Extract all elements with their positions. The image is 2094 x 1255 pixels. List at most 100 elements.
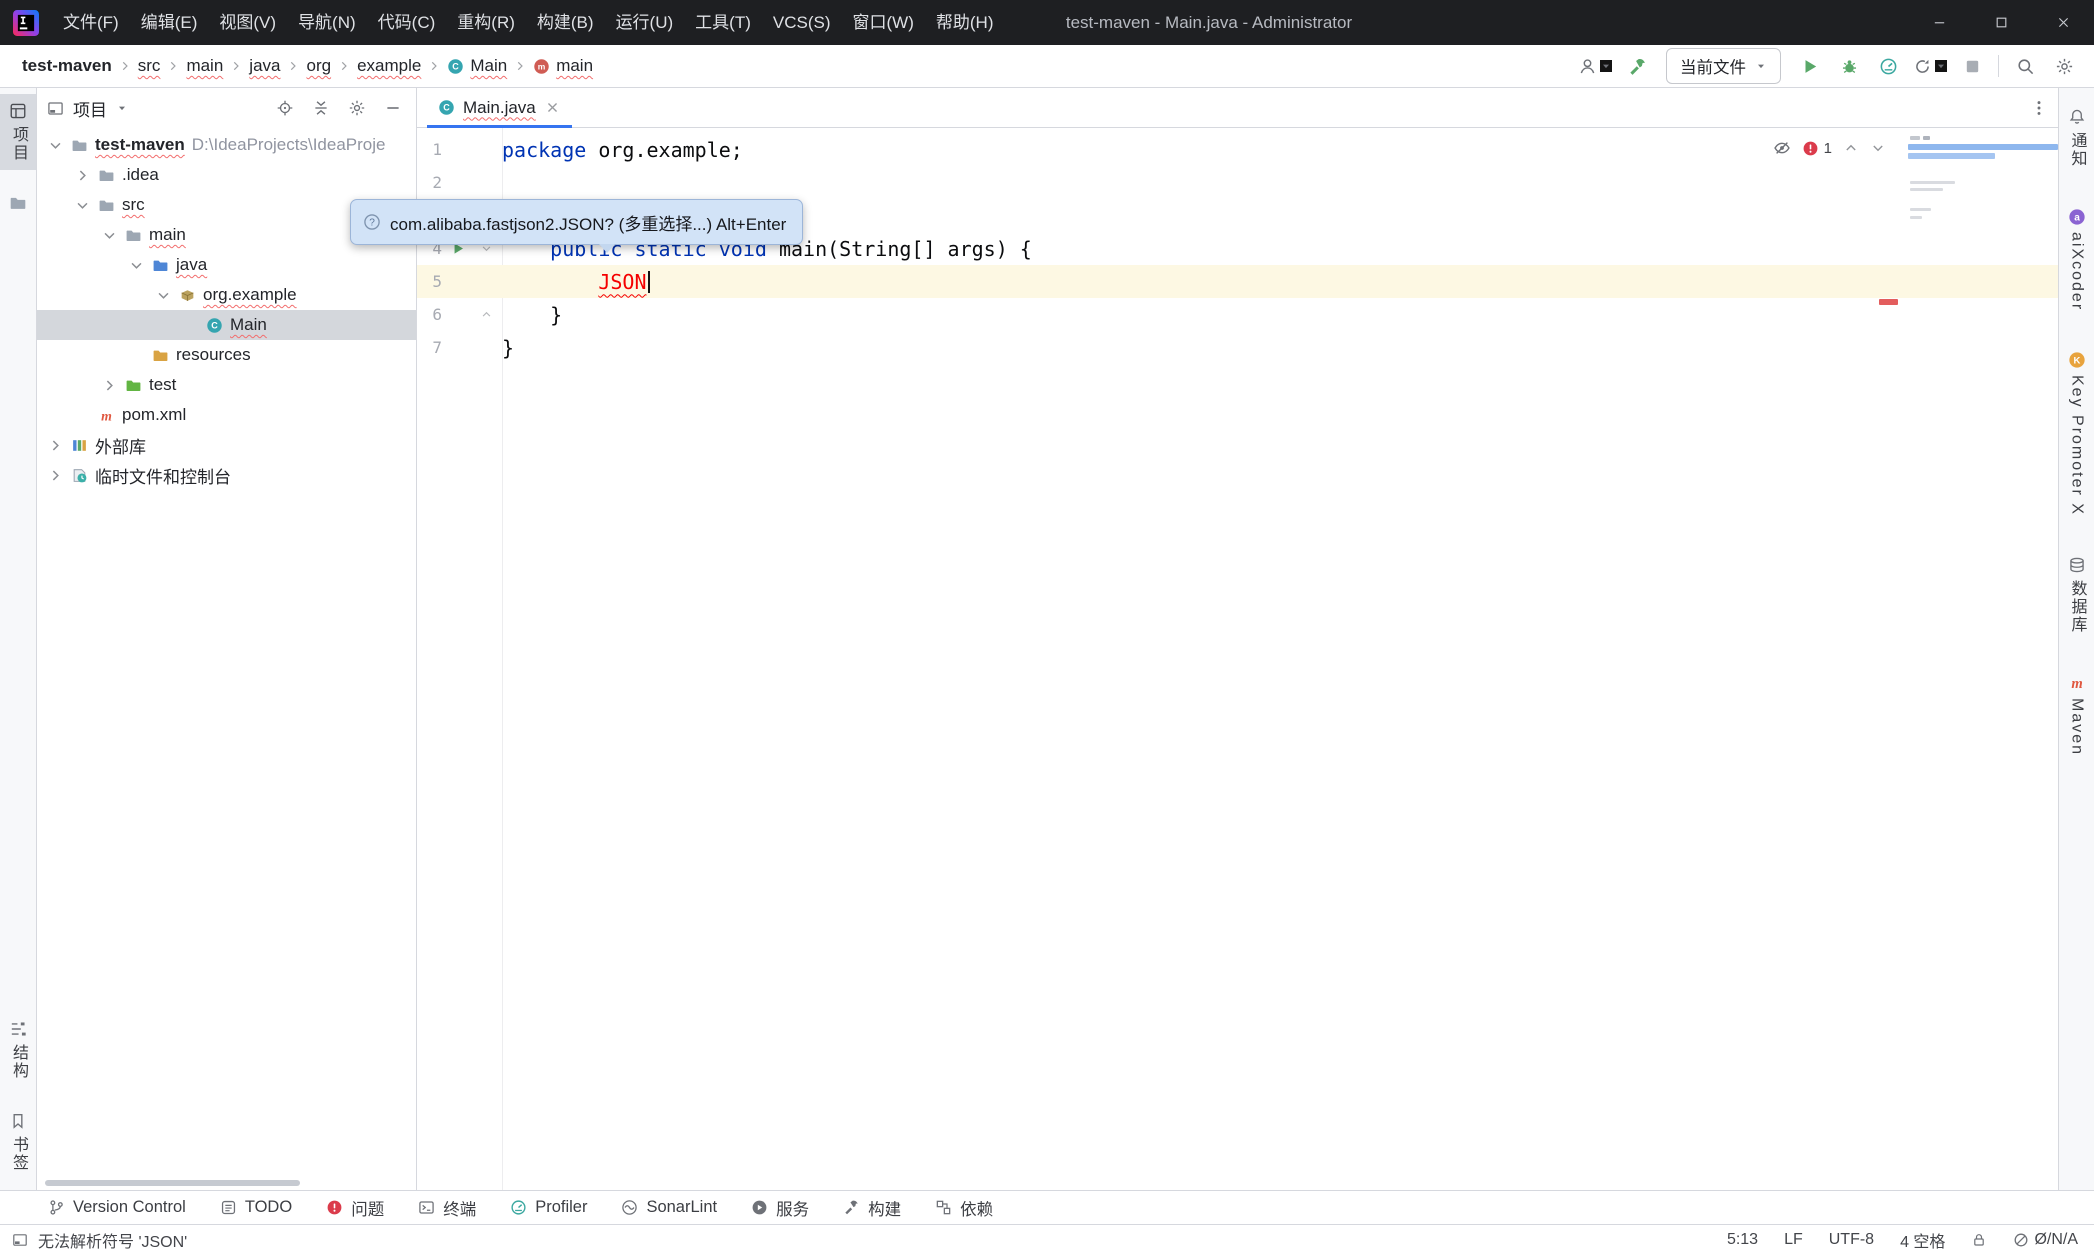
breadcrumb-item[interactable]: example (353, 54, 425, 78)
chevron-down-icon[interactable] (155, 287, 172, 304)
stripe-button[interactable]: 书签 (0, 1104, 36, 1180)
chevron-right-icon[interactable] (47, 437, 64, 454)
build-project-button[interactable] (1621, 50, 1653, 82)
lock-icon[interactable] (1971, 1232, 1987, 1248)
breadcrumb-item[interactable]: src (134, 54, 165, 78)
chevron-right-icon[interactable] (47, 467, 64, 484)
run-with-coverage-button[interactable] (1911, 50, 1949, 82)
panel-options-button[interactable] (343, 95, 370, 122)
tree-item[interactable]: CMain (37, 310, 416, 340)
user-button[interactable] (1576, 50, 1614, 82)
previous-error-icon[interactable] (1843, 140, 1859, 156)
tree-item[interactable]: .idea (37, 160, 416, 190)
select-opened-file-button[interactable] (271, 95, 298, 122)
profiler-button[interactable] (1872, 50, 1904, 82)
tree-item[interactable]: java (37, 250, 416, 280)
inspections-widget[interactable]: 1 (1773, 139, 1886, 157)
caret-position[interactable]: 5:13 (1727, 1231, 1758, 1249)
horizontal-scrollbar[interactable] (45, 1180, 300, 1186)
tool-window-button[interactable]: Version Control (48, 1198, 186, 1217)
chevron-right-icon[interactable] (74, 167, 91, 184)
stripe-button[interactable]: aaiXcoder (2059, 200, 2094, 319)
chevron-down-icon[interactable] (101, 227, 118, 244)
tool-window-button[interactable]: 依赖 (935, 1196, 993, 1220)
tool-window-button[interactable]: 问题 (326, 1196, 384, 1220)
chevron-right-icon[interactable] (101, 377, 118, 394)
editor-tab-main-java[interactable]: C Main.java (427, 88, 572, 127)
menu-item[interactable]: 构建(B) (526, 0, 605, 45)
file-encoding[interactable]: UTF-8 (1829, 1231, 1874, 1249)
chevron-up-icon[interactable] (480, 308, 493, 321)
chevron-down-icon[interactable] (116, 102, 128, 114)
import-suggestion-tooltip[interactable]: ? com.alibaba.fastjson2.JSON? (多重选择...) … (350, 199, 803, 245)
code-editor[interactable]: 1package org.example;234 public static v… (417, 128, 2058, 1190)
maximize-button[interactable] (1970, 0, 2032, 45)
menu-item[interactable]: 编辑(E) (130, 0, 209, 45)
menu-item[interactable]: 工具(T) (684, 0, 762, 45)
stripe-button[interactable]: 通知 (2059, 100, 2094, 176)
breadcrumb-item[interactable]: CMain (443, 54, 511, 78)
stripe-button[interactable] (0, 186, 36, 220)
menu-item[interactable]: 视图(V) (208, 0, 287, 45)
breadcrumb-item[interactable]: mmain (529, 54, 597, 78)
run-button[interactable] (1794, 50, 1826, 82)
tree-item[interactable]: 外部库 (37, 430, 416, 460)
minimap[interactable] (1908, 134, 2058, 322)
chevron-down-icon[interactable] (74, 197, 91, 214)
run-configuration-select[interactable]: 当前文件 (1666, 48, 1781, 84)
chevron-down-icon[interactable] (47, 137, 64, 154)
tree-item[interactable]: mpom.xml (37, 400, 416, 430)
menu-item[interactable]: 帮助(H) (925, 0, 1005, 45)
code-line[interactable]: 5 JSON (417, 265, 2058, 298)
code-line[interactable]: 2 (417, 166, 2058, 199)
tree-item[interactable]: resources (37, 340, 416, 370)
stop-button[interactable] (1956, 50, 1988, 82)
stripe-button[interactable]: KKey Promoter X (2059, 343, 2094, 524)
tree-item[interactable]: 临时文件和控制台 (37, 460, 416, 490)
tool-window-button[interactable]: 构建 (843, 1196, 901, 1220)
stripe-button[interactable]: 结构 (0, 1012, 36, 1088)
tool-window-button[interactable]: SonarLint (621, 1198, 717, 1217)
minimize-button[interactable] (1908, 0, 1970, 45)
breadcrumb-item[interactable]: java (245, 54, 284, 78)
tool-window-button[interactable]: TODO (220, 1198, 292, 1217)
breadcrumb-item[interactable]: main (182, 54, 227, 78)
layout-icon[interactable] (12, 1232, 28, 1248)
stripe-button[interactable]: mMaven (2059, 666, 2094, 764)
chevron-down-icon[interactable] (128, 257, 145, 274)
line-separator[interactable]: LF (1784, 1231, 1803, 1249)
sonarlint-status[interactable]: Ø/N/A (2013, 1231, 2078, 1249)
tree-item[interactable]: org.example (37, 280, 416, 310)
next-error-icon[interactable] (1870, 140, 1886, 156)
menu-item[interactable]: 文件(F) (52, 0, 130, 45)
menu-item[interactable]: 运行(U) (605, 0, 685, 45)
error-stripe-mark[interactable] (1879, 299, 1898, 305)
menu-item[interactable]: 导航(N) (287, 0, 367, 45)
tool-window-button[interactable]: 终端 (418, 1196, 476, 1220)
menu-item[interactable]: 窗口(W) (842, 0, 925, 45)
menu-item[interactable]: 重构(R) (446, 0, 526, 45)
stripe-button[interactable]: 项目 (0, 94, 36, 170)
more-options-icon[interactable] (2030, 99, 2048, 117)
breadcrumb-item[interactable]: test-maven (18, 54, 116, 78)
debug-button[interactable] (1833, 50, 1865, 82)
tree-item[interactable]: test (37, 370, 416, 400)
search-everywhere-button[interactable] (2009, 50, 2041, 82)
project-panel-title[interactable]: 项目 (73, 96, 107, 121)
stripe-button[interactable]: 数据库 (2059, 548, 2094, 642)
breadcrumb-item[interactable]: org (302, 54, 335, 78)
menu-item[interactable]: VCS(S) (762, 0, 842, 45)
menu-item[interactable]: 代码(C) (367, 0, 447, 45)
highlighting-level-icon[interactable] (1773, 139, 1791, 157)
code-line[interactable]: 6 } (417, 298, 2058, 331)
close-button[interactable] (2032, 0, 2094, 45)
tool-window-button[interactable]: Profiler (510, 1198, 587, 1217)
tool-window-button[interactable]: 服务 (751, 1196, 809, 1220)
tree-item[interactable]: test-maven D:\IdeaProjects\IdeaProje (37, 130, 416, 160)
hide-panel-button[interactable] (379, 95, 406, 122)
code-line[interactable]: 7} (417, 331, 2058, 364)
indent-style[interactable]: 4 空格 (1900, 1228, 1945, 1252)
collapse-all-button[interactable] (307, 95, 334, 122)
settings-button[interactable] (2048, 50, 2080, 82)
close-tab-icon[interactable] (544, 99, 561, 116)
